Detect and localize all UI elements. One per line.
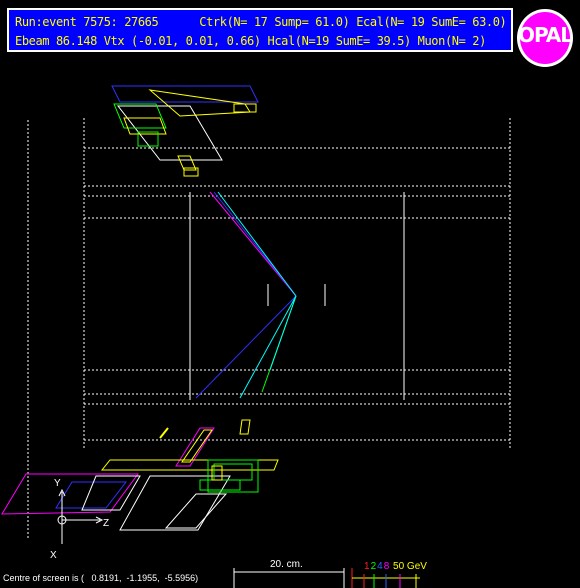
event-display: Y Z X: [1, 85, 511, 588]
top-endcap-hits: [111, 85, 259, 177]
screen-centre-readout: Centre of screen is ( 0.8191, -1.1955, -…: [3, 573, 199, 583]
x-axis-label: X: [50, 550, 57, 561]
energy-legend-item: 8: [383, 561, 390, 572]
bottom-endcap-hits: [1, 419, 279, 531]
detector-outline: [27, 118, 511, 540]
energy-legend-item: 2: [370, 561, 377, 572]
scale-label: 20. cm.: [270, 559, 303, 570]
inner-detector-walls: [189, 192, 405, 400]
energy-legend-item: 1: [364, 561, 370, 572]
particle-tracks: [195, 191, 297, 399]
y-axis-label: Y: [54, 478, 61, 489]
z-axis-label: Z: [103, 518, 109, 529]
energy-legend-item: 4: [377, 561, 383, 572]
energy-legend: 1248 50 GeV: [364, 561, 428, 572]
axis-triad: [57, 488, 104, 544]
energy-legend-item: 50 GeV: [390, 561, 427, 572]
scale-bar: [233, 568, 345, 588]
